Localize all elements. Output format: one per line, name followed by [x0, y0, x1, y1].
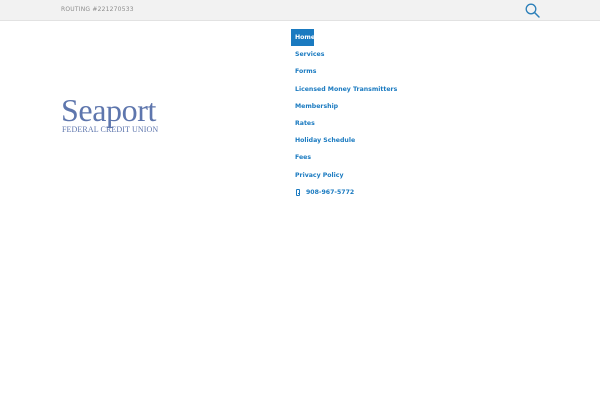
nav-item-label: Membership — [295, 102, 339, 110]
logo-subtitle: FEDERAL CREDIT UNION — [62, 125, 159, 134]
mobile-phone-icon — [296, 188, 300, 196]
routing-number: ROUTING #221270533 — [61, 6, 134, 13]
nav-item-label: Home — [295, 34, 316, 41]
nav-item-phone[interactable]: 908-967-5772 — [291, 184, 354, 201]
nav-item-fees[interactable]: Fees — [291, 149, 314, 166]
seaport-logo[interactable]: Seaport FEDERAL CREDIT UNION — [61, 94, 161, 136]
phone-number: 908-967-5772 — [306, 188, 355, 196]
search-icon[interactable] — [524, 2, 542, 19]
nav-item-forms[interactable]: Forms — [291, 63, 317, 80]
nav-item-label: Licensed Money Transmitters — [295, 85, 398, 93]
main-navigation: Home Services Forms Licensed Money Trans… — [291, 29, 397, 201]
nav-item-label: Holiday Schedule — [295, 137, 356, 145]
nav-item-services[interactable]: Services — [291, 46, 324, 63]
nav-item-label: Rates — [295, 119, 315, 127]
nav-item-rates[interactable]: Rates — [291, 115, 315, 132]
top-bar: ROUTING #221270533 — [0, 0, 600, 21]
nav-item-label: Privacy Policy — [295, 171, 344, 179]
nav-item-label: Fees — [295, 154, 312, 162]
nav-item-holiday-schedule[interactable]: Holiday Schedule — [291, 132, 355, 149]
logo-wordmark: Seaport — [61, 92, 156, 128]
nav-item-home[interactable]: Home — [291, 29, 316, 47]
nav-item-licensed-money-transmitters[interactable]: Licensed Money Transmitters — [291, 81, 397, 98]
nav-item-label: Services — [295, 51, 325, 59]
nav-item-membership[interactable]: Membership — [291, 98, 338, 115]
nav-item-privacy-policy[interactable]: Privacy Policy — [291, 167, 344, 184]
nav-item-label: Forms — [295, 68, 317, 76]
